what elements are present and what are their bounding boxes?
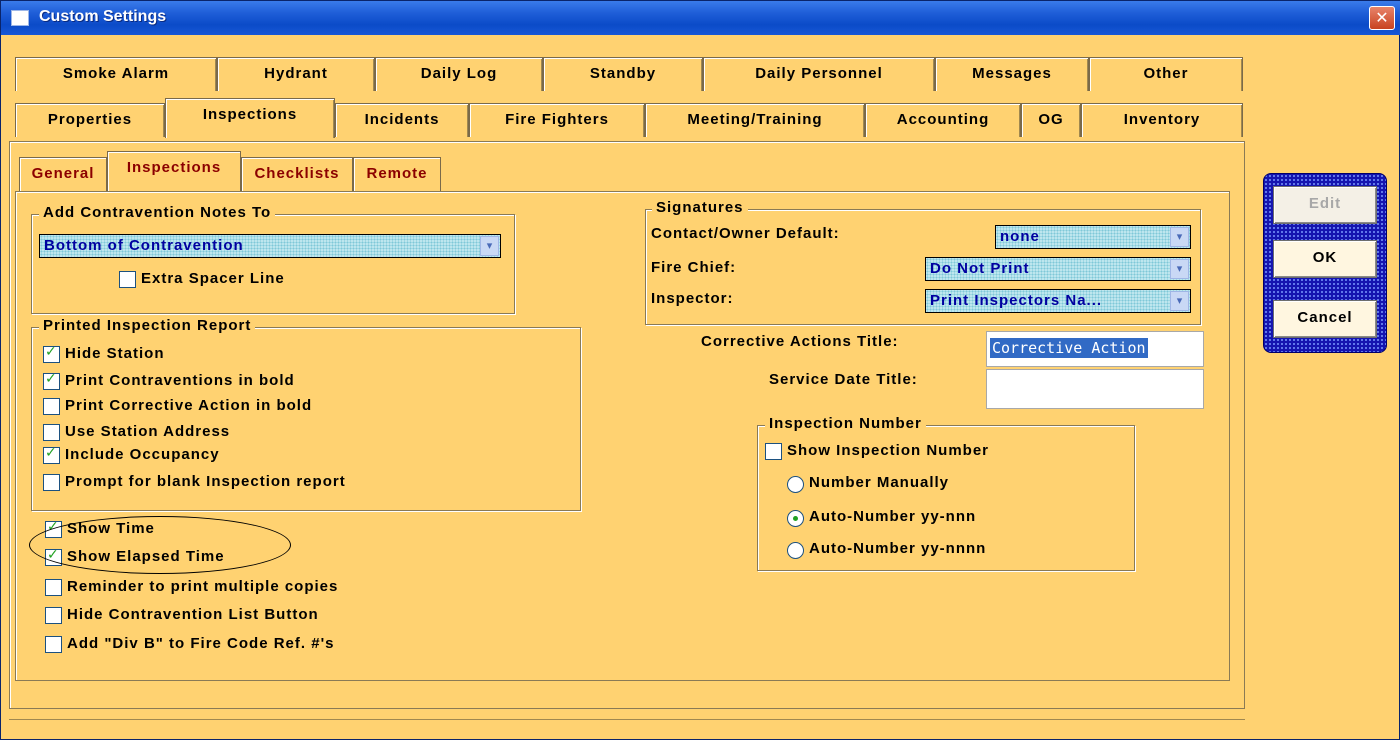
service-date-input[interactable] xyxy=(986,369,1204,409)
tab-fire-fighters[interactable]: Fire Fighters xyxy=(469,103,645,137)
print-corrective-bold-label: Print Corrective Action in bold xyxy=(65,397,313,414)
action-button-panel: Edit OK Cancel xyxy=(1263,173,1387,353)
tab-og[interactable]: OG xyxy=(1021,103,1081,137)
hide-contravention-list-label: Hide Contravention List Button xyxy=(67,606,319,623)
subtab-inspections[interactable]: Inspections xyxy=(107,151,241,191)
signatures-title: Signatures xyxy=(652,199,748,216)
tab-smoke-alarm[interactable]: Smoke Alarm xyxy=(15,57,217,91)
include-occupancy-checkbox[interactable] xyxy=(43,445,60,464)
prompt-blank-report-checkbox[interactable] xyxy=(43,474,60,491)
chevron-down-icon[interactable]: ▾ xyxy=(1170,291,1189,311)
subtab-checklists[interactable]: Checklists xyxy=(241,157,353,191)
contact-owner-select[interactable]: none ▾ xyxy=(995,225,1191,249)
status-strip xyxy=(9,719,1245,723)
contravention-notes-select[interactable]: Bottom of Contravention ▾ xyxy=(39,234,501,258)
tab-messages[interactable]: Messages xyxy=(935,57,1089,91)
service-date-label: Service Date Title: xyxy=(769,371,918,388)
number-manually-radio[interactable] xyxy=(787,476,804,493)
close-button[interactable]: ✕ xyxy=(1369,6,1395,30)
contact-owner-label: Contact/Owner Default: xyxy=(651,225,840,242)
edit-button[interactable]: Edit xyxy=(1273,186,1377,224)
tab-standby[interactable]: Standby xyxy=(543,57,703,91)
annotation-ellipse xyxy=(29,516,291,574)
reminder-multiple-copies-label: Reminder to print multiple copies xyxy=(67,578,339,595)
inspector-label: Inspector: xyxy=(651,290,734,307)
contact-owner-value: none xyxy=(1000,228,1040,245)
inspector-select[interactable]: Print Inspectors Na... ▾ xyxy=(925,289,1191,313)
print-corrective-bold-checkbox[interactable] xyxy=(43,398,60,415)
show-inspection-number-checkbox[interactable] xyxy=(765,443,782,460)
inspector-value: Print Inspectors Na... xyxy=(930,292,1103,309)
tab-meeting-training[interactable]: Meeting/Training xyxy=(645,103,865,137)
title-bar[interactable]: Custom Settings ✕ xyxy=(1,1,1400,35)
tab-hydrant[interactable]: Hydrant xyxy=(217,57,375,91)
auto-number-yy-nnn-label: Auto-Number yy-nnn xyxy=(809,508,977,525)
window-title: Custom Settings xyxy=(39,8,167,25)
hide-contravention-list-checkbox[interactable] xyxy=(45,607,62,624)
tab-accounting[interactable]: Accounting xyxy=(865,103,1021,137)
include-occupancy-label: Include Occupancy xyxy=(65,446,220,463)
print-contraventions-bold-label: Print Contraventions in bold xyxy=(65,372,295,389)
corrective-actions-input[interactable]: Corrective Action xyxy=(986,331,1204,367)
fire-chief-label: Fire Chief: xyxy=(651,259,737,276)
show-inspection-number-label: Show Inspection Number xyxy=(787,442,990,459)
corrective-actions-label: Corrective Actions Title: xyxy=(701,333,899,350)
chevron-down-icon[interactable]: ▾ xyxy=(1170,227,1189,247)
hide-station-checkbox[interactable] xyxy=(43,344,60,363)
add-div-b-label: Add "Div B" to Fire Code Ref. #'s xyxy=(67,635,335,652)
tab-inventory[interactable]: Inventory xyxy=(1081,103,1243,137)
tab-inspections[interactable]: Inspections xyxy=(165,98,335,138)
corrective-actions-value: Corrective Action xyxy=(990,338,1148,358)
use-station-address-label: Use Station Address xyxy=(65,423,231,440)
tab-properties[interactable]: Properties xyxy=(15,103,165,137)
fire-chief-value: Do Not Print xyxy=(930,260,1030,277)
contravention-notes-group xyxy=(31,214,515,314)
contravention-notes-value: Bottom of Contravention xyxy=(44,237,244,254)
printed-report-title: Printed Inspection Report xyxy=(39,317,256,334)
use-station-address-checkbox[interactable] xyxy=(43,424,60,441)
chevron-down-icon[interactable]: ▾ xyxy=(480,236,499,256)
cancel-button[interactable]: Cancel xyxy=(1273,300,1377,338)
tab-daily-log[interactable]: Daily Log xyxy=(375,57,543,91)
window-icon xyxy=(11,10,29,26)
tab-daily-personnel[interactable]: Daily Personnel xyxy=(703,57,935,91)
reminder-multiple-copies-checkbox[interactable] xyxy=(45,579,62,596)
add-div-b-checkbox[interactable] xyxy=(45,636,62,653)
auto-number-yy-nnnn-radio[interactable] xyxy=(787,542,804,559)
ok-button[interactable]: OK xyxy=(1273,240,1377,278)
print-contraventions-bold-checkbox[interactable] xyxy=(43,371,60,390)
prompt-blank-report-label: Prompt for blank Inspection report xyxy=(65,473,346,490)
subtab-remote[interactable]: Remote xyxy=(353,157,441,191)
auto-number-yy-nnnn-label: Auto-Number yy-nnnn xyxy=(809,540,987,557)
chevron-down-icon[interactable]: ▾ xyxy=(1170,259,1189,279)
extra-spacer-checkbox[interactable] xyxy=(119,271,136,288)
extra-spacer-label: Extra Spacer Line xyxy=(141,270,285,287)
fire-chief-select[interactable]: Do Not Print ▾ xyxy=(925,257,1191,281)
tab-other[interactable]: Other xyxy=(1089,57,1243,91)
custom-settings-window: Custom Settings ✕ Smoke Alarm Hydrant Da… xyxy=(0,0,1400,740)
auto-number-yy-nnn-radio[interactable] xyxy=(787,510,804,527)
contravention-notes-title: Add Contravention Notes To xyxy=(39,204,276,221)
subtab-general[interactable]: General xyxy=(19,157,107,191)
hide-station-label: Hide Station xyxy=(65,345,165,362)
number-manually-label: Number Manually xyxy=(809,474,950,491)
tab-incidents[interactable]: Incidents xyxy=(335,103,469,137)
inspection-number-title: Inspection Number xyxy=(765,415,926,432)
